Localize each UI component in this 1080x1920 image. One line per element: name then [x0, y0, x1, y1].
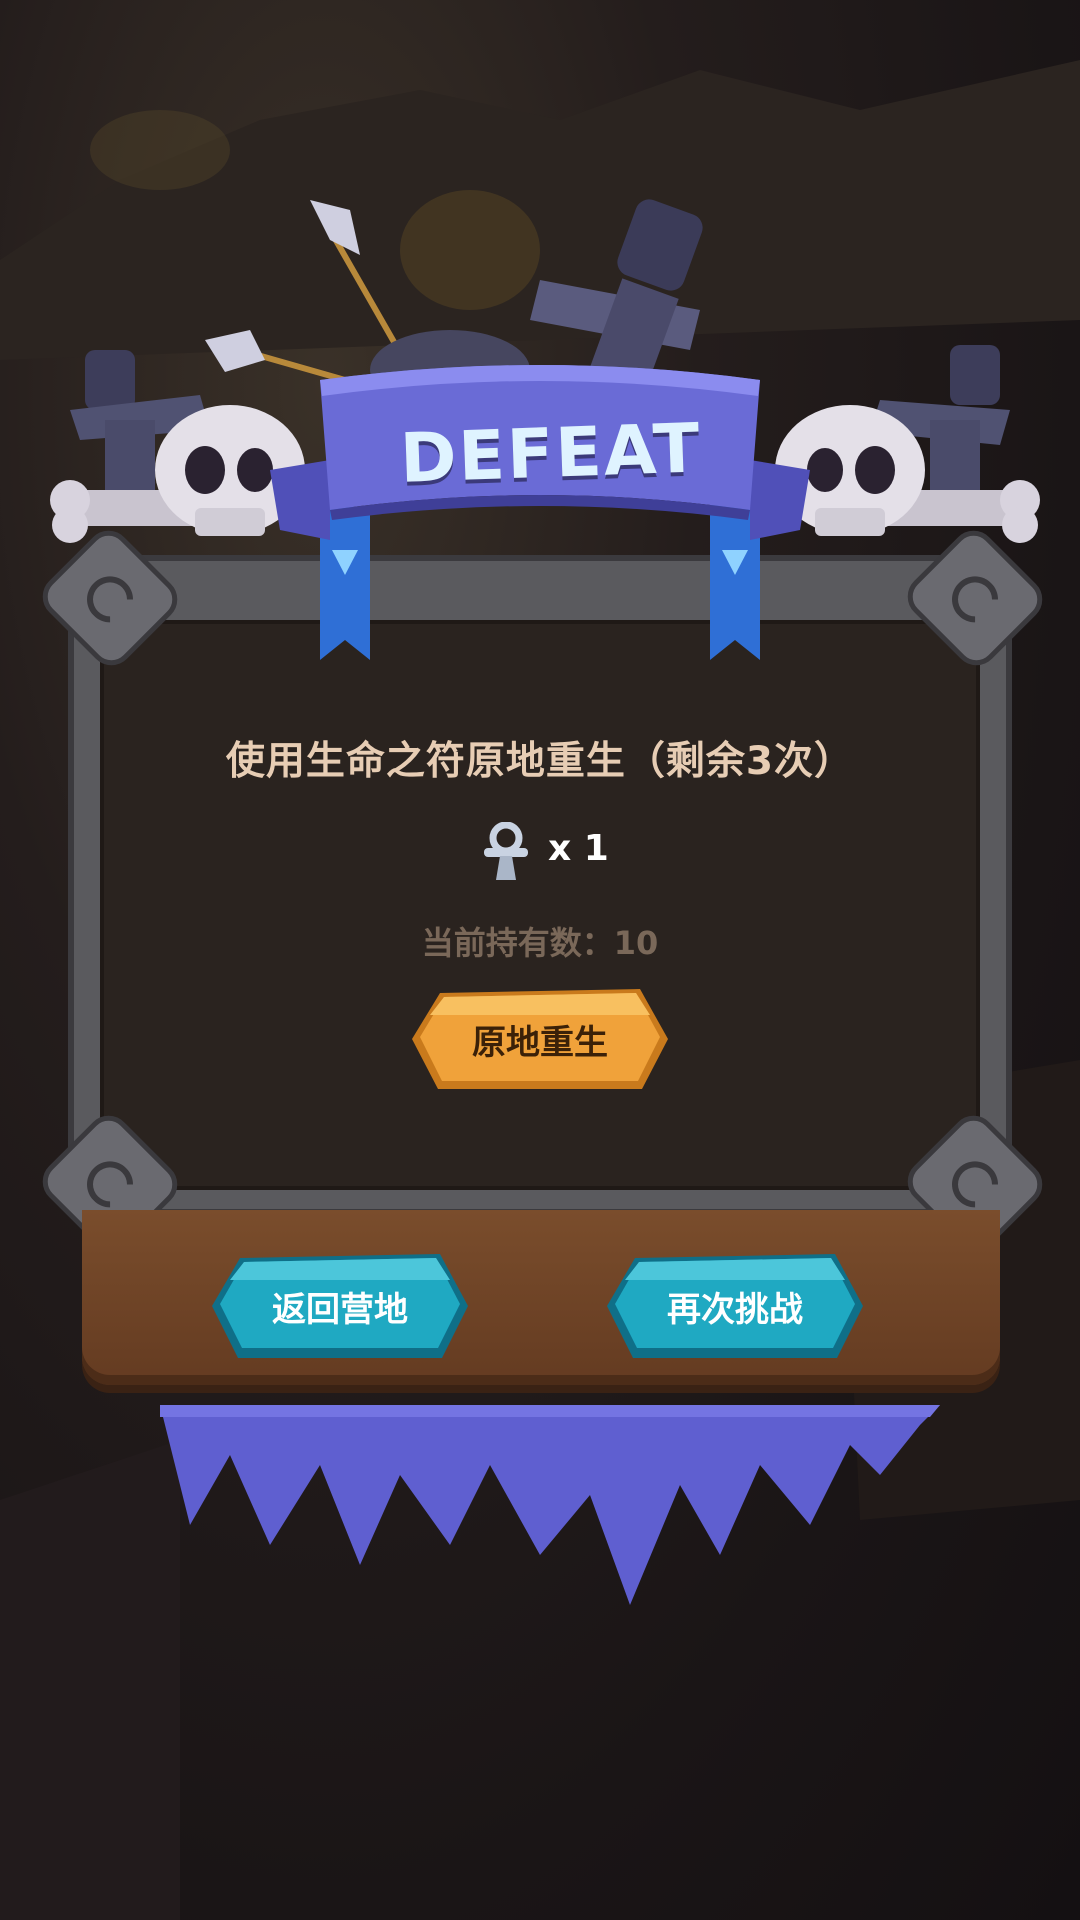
return-camp-label: 返回营地 [272, 1289, 408, 1330]
revive-message: 使用生命之符原地重生（剩余3次） [225, 739, 855, 784]
icicles-decoration [160, 1405, 940, 1605]
return-camp-button[interactable]: 返回营地 [210, 1250, 470, 1362]
item-count: x 1 [548, 828, 609, 869]
held-count: 当前持有数：10 [421, 924, 659, 962]
defeat-banner [270, 365, 810, 660]
ankh-icon [484, 822, 528, 880]
revive-button-label: 原地重生 [472, 1022, 608, 1063]
retry-button[interactable]: 再次挑战 [605, 1250, 865, 1362]
revive-button[interactable]: 原地重生 [410, 985, 670, 1093]
dialog-panel [100, 620, 980, 1190]
retry-label: 再次挑战 [667, 1289, 803, 1330]
defeat-title: DEFEAT [398, 409, 703, 499]
game-screen: DEFEAT 使用生命之符原地重生（剩余3次） x 1 当前持有数：10 原地重… [0, 0, 1080, 1920]
